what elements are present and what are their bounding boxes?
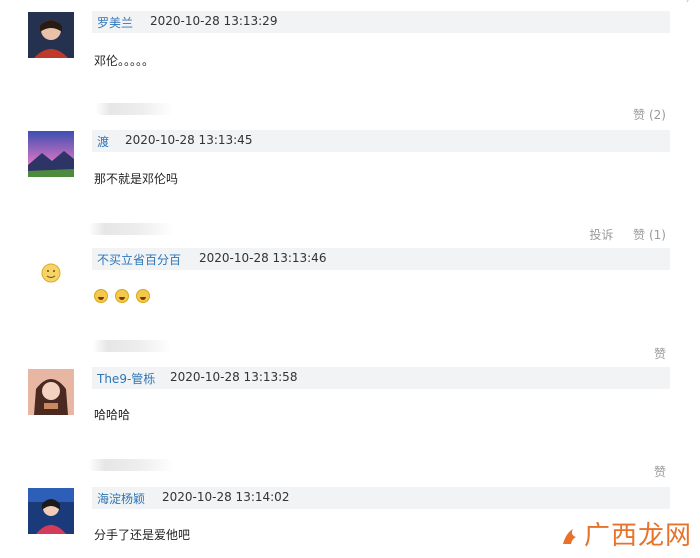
comment-header: 不买立省百分百 2020-10-28 13:13:46 — [92, 248, 670, 270]
watermark-logo-icon — [562, 529, 576, 544]
watermark-text: 广西龙网 — [583, 521, 692, 551]
comment-text: 邓伦。。。。。 — [94, 54, 155, 68]
username-link[interactable]: 海淀杨颖 — [97, 490, 145, 507]
like-button[interactable]: 赞 (2) — [633, 108, 666, 122]
blurred-username — [92, 340, 172, 352]
comment-header: The9-管栎 2020-10-28 13:13:58 — [92, 367, 670, 389]
user-avatar[interactable] — [28, 131, 74, 177]
user-avatar[interactable] — [28, 369, 74, 415]
like-button[interactable]: 赞 (1) — [633, 228, 666, 242]
username-link[interactable]: The9-管栎 — [97, 370, 155, 387]
timestamp: 2020-10-28 13:13:29 — [150, 14, 278, 28]
comment-actions: 投诉 赞 (1) — [573, 226, 666, 243]
comment-header: 渡 2020-10-28 13:13:45 — [92, 130, 670, 152]
timestamp: 2020-10-28 13:13:46 — [199, 251, 327, 265]
timestamp: 2020-10-28 13:13:45 — [125, 133, 253, 147]
blurred-username — [88, 223, 174, 235]
comment-header: 罗美兰 2020-10-28 13:13:29 — [92, 11, 670, 33]
username-link[interactable]: 不买立省百分百 — [97, 251, 181, 268]
username-link[interactable]: 罗美兰 — [97, 14, 133, 31]
comment-actions: 赞 (2) — [617, 106, 666, 123]
top-scroll-fragment: ⁄ — [688, 0, 690, 5]
comment-text: 那不就是邓伦吗 — [94, 172, 179, 186]
report-button[interactable]: 投诉 — [589, 228, 613, 242]
timestamp: 2020-10-28 13:14:02 — [162, 490, 290, 504]
comment-text: 分手了还是爱他吧 — [94, 528, 191, 542]
site-watermark: 广西龙网 — [560, 515, 692, 552]
timestamp: 2020-10-28 13:13:58 — [170, 370, 298, 384]
user-avatar[interactable] — [28, 12, 74, 58]
like-button[interactable]: 赞 — [654, 465, 666, 479]
laughing-emoji-icon — [135, 288, 150, 303]
like-button[interactable]: 赞 — [654, 347, 666, 361]
comment-actions: 赞 — [638, 345, 666, 362]
user-avatar[interactable] — [28, 488, 74, 534]
laughing-emoji-icon — [94, 288, 108, 303]
comment-actions: 赞 — [638, 463, 666, 480]
comment-text: 哈哈哈 — [94, 408, 131, 422]
blurred-username — [95, 103, 173, 115]
comment-header: 海淀杨颖 2020-10-28 13:14:02 — [92, 487, 670, 509]
username-link[interactable]: 渡 — [97, 133, 109, 150]
user-avatar[interactable] — [28, 250, 74, 296]
blurred-username — [88, 459, 174, 471]
laughing-emoji-icon — [114, 288, 129, 303]
comment-emojis — [94, 288, 153, 303]
